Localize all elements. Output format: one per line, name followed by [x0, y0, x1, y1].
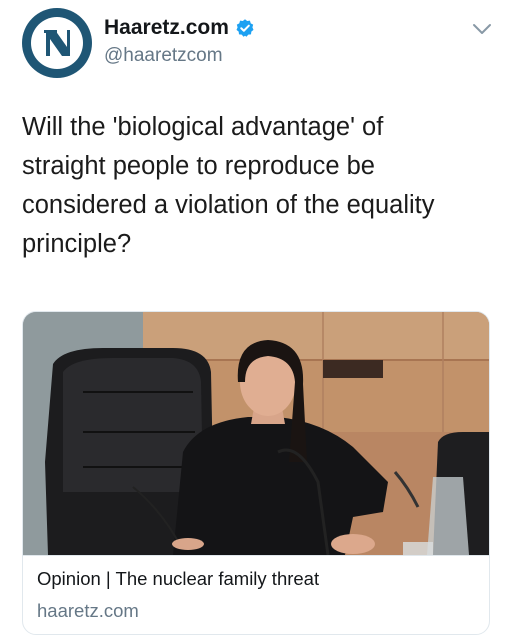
tweet-text-line: Will the 'biological advantage' of	[22, 113, 384, 141]
display-name-row: Haaretz.com	[104, 16, 255, 40]
card-domain[interactable]: haaretz.com	[37, 600, 139, 622]
verified-badge-icon	[236, 19, 254, 37]
article-photo[interactable]	[23, 312, 489, 555]
tweet-text-line: principle?	[22, 230, 132, 258]
user-handle[interactable]: @haaretzcom	[104, 45, 255, 67]
tweet: Haaretz.com @haaretzcom Will the 'biolog…	[0, 0, 512, 640]
tweet-text-line: straight people to reproduce be	[22, 152, 375, 180]
tweet-text: Will the 'biological advantage' of strai…	[22, 108, 492, 264]
haaretz-logo-icon	[44, 30, 70, 56]
card-title[interactable]: Opinion | The nuclear family threat	[37, 568, 319, 590]
link-preview-card[interactable]: Opinion | The nuclear family threat haar…	[22, 311, 490, 635]
display-name[interactable]: Haaretz.com	[104, 16, 229, 40]
chevron-down-icon[interactable]	[472, 22, 492, 36]
haaretz-logo-avatar[interactable]	[22, 8, 92, 78]
avatar-inner-ring	[31, 17, 83, 69]
user-info: Haaretz.com @haaretzcom	[104, 16, 255, 67]
tweet-text-line: considered a violation of the equality	[22, 191, 435, 219]
card-text-area[interactable]: Opinion | The nuclear family threat haar…	[23, 555, 489, 634]
